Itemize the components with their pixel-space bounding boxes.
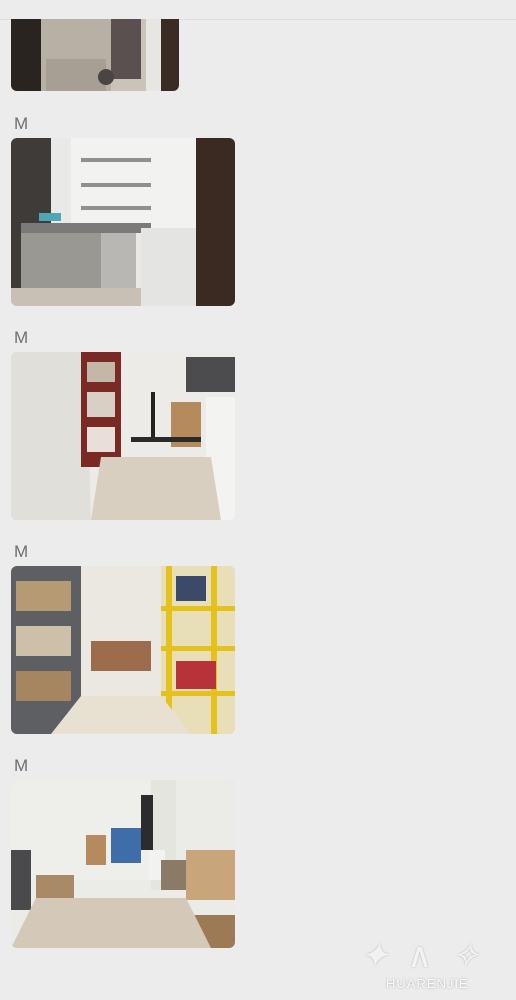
message-photo-storage-room[interactable]	[11, 352, 235, 520]
sender-name: M	[14, 328, 29, 347]
watermark-logo: ✦ ∧ ✧	[360, 936, 484, 976]
message-photo-empty-room[interactable]	[11, 780, 235, 948]
watermark-text: HUARENJIE	[386, 976, 469, 991]
sender-name: M	[14, 542, 29, 561]
watermark: ✦ ∧ ✧ HUARENJIE	[360, 936, 510, 994]
message-photo-partial[interactable]	[11, 19, 179, 91]
message-photo-kitchen[interactable]	[11, 138, 235, 306]
sender-name: M	[14, 756, 29, 775]
sender-name: M	[14, 114, 29, 133]
message-photo-shelves[interactable]	[11, 566, 235, 734]
